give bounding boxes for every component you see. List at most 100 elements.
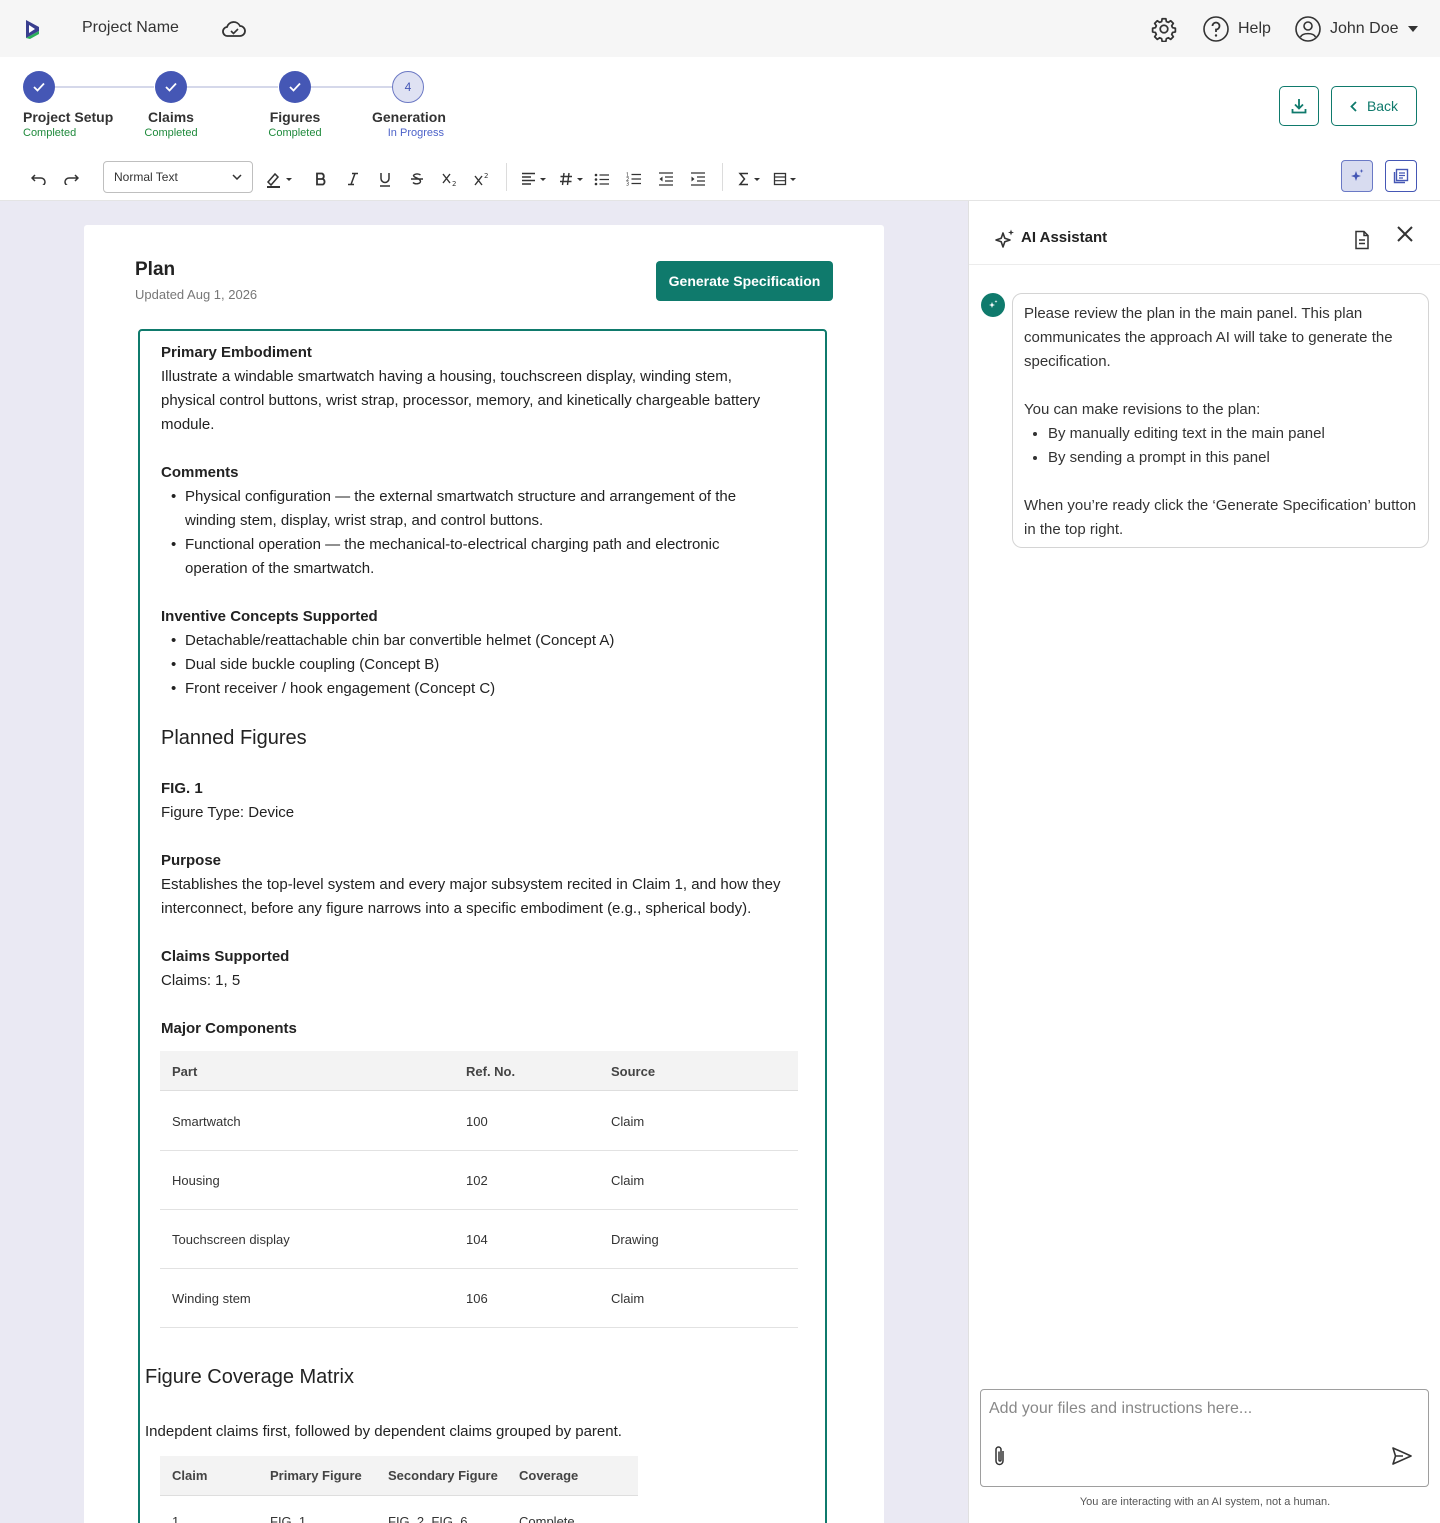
ai-message-bullet: By sending a prompt in this panel — [1048, 446, 1417, 470]
step-project-setup[interactable]: Project Setup Completed — [23, 71, 114, 139]
attach-paperclip-icon[interactable] — [992, 1444, 1008, 1473]
claims-supported-text: Claims: 1, 5 — [161, 972, 241, 989]
ai-disclaimer: You are interacting with an AI system, n… — [1079, 1496, 1331, 1508]
toolbar-divider — [722, 163, 723, 191]
ai-message: Please review the plan in the main panel… — [1012, 293, 1429, 548]
ai-assistant-panel: AI Assistant Please review the plan in t… — [968, 201, 1440, 1523]
plan-editor[interactable]: Primary Embodiment Illustrate a windable… — [138, 329, 827, 1523]
step-generation[interactable]: 4 Generation In Progress — [372, 71, 446, 139]
redo-icon[interactable] — [60, 167, 82, 191]
ai-avatar-icon — [981, 293, 1005, 317]
highlight-color-icon[interactable] — [265, 167, 295, 191]
comments-heading: Comments — [161, 464, 239, 481]
table-cell: Housing — [172, 1173, 220, 1188]
table-cell: FIG. 2, FIG. 6 — [388, 1514, 468, 1523]
ai-prompt-placeholder: Add your files and instructions here... — [989, 1400, 1253, 1417]
table-header-cell: Source — [611, 1064, 656, 1079]
concept-item: Dual side buckle coupling (Concept B) — [171, 653, 439, 677]
cloud-sync-icon[interactable] — [221, 17, 247, 46]
primary-embodiment-text: Illustrate a windable smartwatch having … — [161, 368, 732, 385]
step-status: Completed — [23, 127, 77, 139]
step-claims[interactable]: Claims Completed — [140, 71, 202, 139]
indent-icon[interactable] — [689, 167, 707, 191]
back-button[interactable]: Back — [1331, 86, 1417, 126]
chevron-down-icon — [232, 174, 242, 180]
bullet-list-icon[interactable] — [593, 167, 611, 191]
table-row-divider — [160, 1150, 798, 1151]
text-style-value: Normal Text — [114, 170, 178, 184]
svg-text:2: 2 — [452, 180, 456, 187]
claims-supported-heading: Claims Supported — [161, 948, 290, 965]
step-label: Project Setup — [23, 109, 114, 125]
settings-gear-icon[interactable] — [1151, 16, 1177, 47]
step-figures[interactable]: Figures Completed — [264, 71, 326, 139]
table-cell: Touchscreen display — [172, 1232, 290, 1247]
comment-item: Physical configuration — the external sm… — [171, 485, 736, 509]
primary-embodiment-heading: Primary Embodiment — [161, 344, 312, 361]
bold-icon[interactable] — [312, 167, 330, 191]
align-icon[interactable] — [520, 167, 548, 191]
table-header-cell: Secondary Figure — [388, 1468, 498, 1483]
check-icon — [23, 71, 55, 103]
table-cell: FIG. 1 — [270, 1514, 307, 1523]
subscript-icon[interactable]: 2 — [440, 167, 460, 191]
ai-message-text: When you’re ready click the ‘Generate Sp… — [1024, 497, 1417, 538]
project-name[interactable]: Project Name — [82, 19, 179, 37]
close-icon[interactable] — [1395, 224, 1415, 249]
heading-number-icon[interactable] — [559, 167, 587, 191]
svg-text:2: 2 — [484, 172, 488, 180]
table-insert-icon[interactable] — [773, 167, 799, 191]
send-icon[interactable] — [1391, 1446, 1413, 1471]
top-bar: Project Name Help John Doe — [0, 0, 1440, 57]
ai-assistant-header: AI Assistant — [969, 201, 1440, 265]
figure-type: Figure Type: Device — [161, 804, 295, 821]
plan-updated-date: Updated Aug 1, 2026 — [135, 287, 258, 302]
user-avatar-icon — [1295, 16, 1321, 42]
generate-specification-button[interactable]: Generate Specification — [656, 261, 833, 301]
download-icon — [1291, 99, 1307, 114]
user-name: John Doe — [1330, 20, 1399, 37]
inventive-concepts-heading: Inventive Concepts Supported — [161, 608, 378, 625]
download-button[interactable] — [1279, 86, 1319, 126]
step-number: 4 — [392, 71, 424, 103]
ai-prompt-input[interactable]: Add your files and instructions here... — [980, 1389, 1429, 1487]
document-icon[interactable] — [1352, 230, 1372, 255]
step-status: In Progress — [387, 127, 444, 139]
table-header-cell: Ref. No. — [466, 1064, 516, 1079]
numbered-list-icon[interactable]: 123 — [625, 167, 643, 191]
undo-icon[interactable] — [28, 167, 50, 191]
table-cell: 1 — [172, 1514, 180, 1523]
italic-icon[interactable] — [344, 167, 362, 191]
document-panel-toggle-button[interactable] — [1385, 160, 1417, 192]
caret-down-icon — [1407, 26, 1418, 32]
sparkle-icon — [994, 228, 1016, 255]
table-cell: 106 — [466, 1291, 488, 1306]
concept-item: Front receiver / hook engagement (Concep… — [171, 677, 495, 701]
equation-sigma-icon[interactable] — [738, 167, 764, 191]
step-label: Claims — [148, 109, 194, 125]
strikethrough-icon[interactable] — [408, 167, 426, 191]
text-style-select[interactable]: Normal Text — [103, 161, 253, 193]
help-button[interactable]: Help — [1202, 15, 1271, 43]
ai-message-text: You can make revisions to the plan: — [1024, 401, 1261, 418]
sparkle-icon — [1351, 169, 1364, 181]
outdent-icon[interactable] — [657, 167, 675, 191]
superscript-icon[interactable]: 2 — [472, 167, 492, 191]
underline-icon[interactable] — [376, 167, 394, 191]
table-header-cell: Primary Figure — [270, 1468, 362, 1483]
table-cell: Claim — [611, 1291, 645, 1306]
table-cell: Winding stem — [172, 1291, 251, 1306]
step-label: Figures — [269, 109, 321, 125]
ai-assistant-toggle-button[interactable] — [1341, 160, 1373, 192]
concept-item: Detachable/reattachable chin bar convert… — [171, 629, 614, 653]
table-header-cell: Claim — [172, 1468, 208, 1483]
back-label: Back — [1366, 98, 1399, 114]
table-cell: Claim — [611, 1173, 645, 1188]
user-menu[interactable]: John Doe — [1294, 15, 1419, 43]
table-row-divider — [160, 1327, 798, 1328]
step-label: Generation — [372, 109, 446, 125]
table-header-cell: Part — [172, 1064, 198, 1079]
app-logo-icon[interactable] — [22, 18, 44, 40]
toolbar-divider — [506, 163, 507, 191]
major-components-heading: Major Components — [161, 1020, 297, 1037]
